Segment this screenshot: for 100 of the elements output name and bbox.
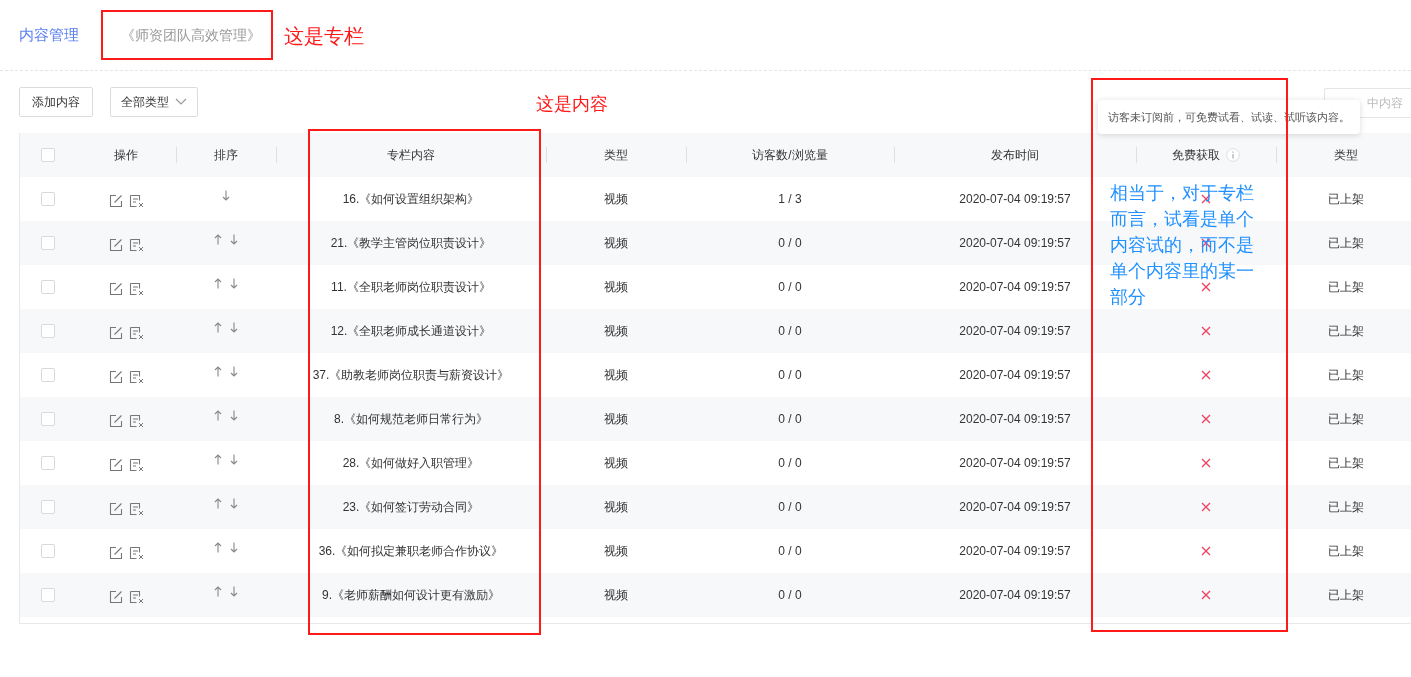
remove-list-icon[interactable] — [128, 502, 144, 516]
visits-cell-text: 0 / 0 — [778, 455, 802, 472]
move-up-icon[interactable] — [214, 409, 222, 421]
row-checkbox[interactable] — [41, 192, 55, 206]
move-down-icon[interactable] — [230, 365, 238, 377]
content-title: 8.《如何规范老师日常行为》 — [334, 411, 488, 428]
move-up-icon[interactable] — [214, 541, 222, 553]
publish-time: 2020-07-04 09:19:57 — [959, 499, 1071, 516]
edit-icon[interactable] — [108, 590, 123, 604]
move-down-icon[interactable] — [230, 585, 238, 597]
move-down-icon[interactable] — [230, 453, 238, 465]
content-title: 12.《全职老师成长通道设计》 — [330, 323, 492, 340]
row-checkbox[interactable] — [41, 544, 55, 558]
publish-time: 2020-07-04 09:19:57 — [959, 411, 1071, 428]
type-cell-text: 视频 — [604, 191, 628, 208]
status-cell-text: 已上架 — [1328, 367, 1364, 384]
visits-cell-text: 1 / 3 — [778, 191, 802, 208]
status-cell-text: 已上架 — [1328, 499, 1364, 516]
column-header: 排序 — [214, 147, 238, 164]
remove-list-icon[interactable] — [128, 326, 144, 340]
content-title: 16.《如何设置组织架构》 — [342, 191, 480, 208]
row-checkbox[interactable] — [41, 280, 55, 294]
visits-cell-text: 0 / 0 — [778, 499, 802, 516]
move-down-icon[interactable] — [230, 277, 238, 289]
type-cell-text: 视频 — [604, 235, 628, 252]
publish-time: 2020-07-04 09:19:57 — [959, 279, 1071, 296]
annotation-note: 相当于，对于专栏而言，试看是单个内容试的，而不是单个内容里的某一部分 — [1110, 182, 1255, 309]
status-cell-text: 已上架 — [1328, 455, 1364, 472]
remove-list-icon[interactable] — [128, 370, 144, 384]
type-cell-text: 视频 — [604, 411, 628, 428]
column-header: 发布时间 — [991, 147, 1039, 164]
row-checkbox[interactable] — [41, 324, 55, 338]
move-down-icon[interactable] — [222, 189, 230, 201]
visits-cell-text: 0 / 0 — [778, 587, 802, 604]
move-down-icon[interactable] — [230, 233, 238, 245]
edit-icon[interactable] — [108, 370, 123, 384]
move-up-icon[interactable] — [214, 585, 222, 597]
edit-icon[interactable] — [108, 238, 123, 252]
column-header: 操作 — [114, 147, 138, 164]
publish-time: 2020-07-04 09:19:57 — [959, 191, 1071, 208]
column-header: 访客数/浏览量 — [752, 147, 828, 164]
publish-time: 2020-07-04 09:19:57 — [959, 235, 1071, 252]
select-all-checkbox[interactable] — [41, 148, 55, 162]
move-up-icon[interactable] — [214, 321, 222, 333]
move-down-icon[interactable] — [230, 541, 238, 553]
type-filter-dropdown[interactable]: 全部类型 — [110, 87, 198, 117]
status-cell-text: 已上架 — [1328, 279, 1364, 296]
publish-time: 2020-07-04 09:19:57 — [959, 543, 1071, 560]
move-down-icon[interactable] — [230, 409, 238, 421]
breadcrumb-current: 《师资团队高效管理》 — [121, 25, 261, 45]
status-cell-text: 已上架 — [1328, 235, 1364, 252]
content-title: 23.《如何签订劳动合同》 — [342, 499, 480, 516]
status-cell-text: 已上架 — [1328, 587, 1364, 604]
move-up-icon[interactable] — [214, 277, 222, 289]
remove-list-icon[interactable] — [128, 590, 144, 604]
breadcrumb-link[interactable]: 内容管理 — [19, 23, 79, 47]
edit-icon[interactable] — [108, 458, 123, 472]
row-checkbox[interactable] — [41, 588, 55, 602]
type-cell-text: 视频 — [604, 367, 628, 384]
row-checkbox[interactable] — [41, 412, 55, 426]
content-title: 9.《老师薪酬如何设计更有激励》 — [322, 587, 500, 604]
visits-cell-text: 0 / 0 — [778, 367, 802, 384]
move-up-icon[interactable] — [214, 233, 222, 245]
column-header: 专栏内容 — [387, 147, 435, 164]
content-title: 37.《助教老师岗位职责与薪资设计》 — [312, 367, 510, 384]
remove-list-icon[interactable] — [128, 458, 144, 472]
remove-list-icon[interactable] — [128, 238, 144, 252]
chevron-down-icon — [175, 98, 187, 106]
visits-cell-text: 0 / 0 — [778, 543, 802, 560]
edit-icon[interactable] — [108, 502, 123, 516]
content-title: 36.《如何拟定兼职老师合作协议》 — [318, 543, 504, 560]
move-down-icon[interactable] — [230, 497, 238, 509]
add-content-button[interactable]: 添加内容 — [19, 87, 93, 117]
type-cell-text: 视频 — [604, 543, 628, 560]
row-checkbox[interactable] — [41, 456, 55, 470]
status-cell-text: 已上架 — [1328, 543, 1364, 560]
edit-icon[interactable] — [108, 194, 123, 208]
annotation-note: 这是专栏 — [284, 24, 364, 49]
column-header: 类型 — [604, 147, 628, 164]
move-up-icon[interactable] — [214, 453, 222, 465]
type-cell-text: 视频 — [604, 499, 628, 516]
content-title: 21.《教学主管岗位职责设计》 — [330, 235, 492, 252]
move-up-icon[interactable] — [214, 497, 222, 509]
remove-list-icon[interactable] — [128, 414, 144, 428]
edit-icon[interactable] — [108, 326, 123, 340]
edit-icon[interactable] — [108, 282, 123, 296]
type-cell-text: 视频 — [604, 279, 628, 296]
content-title: 11.《全职老师岗位职责设计》 — [331, 279, 491, 296]
move-down-icon[interactable] — [230, 321, 238, 333]
remove-list-icon[interactable] — [128, 546, 144, 560]
edit-icon[interactable] — [108, 546, 123, 560]
annotation-note: 这是内容 — [536, 93, 608, 116]
move-up-icon[interactable] — [214, 365, 222, 377]
remove-list-icon[interactable] — [128, 282, 144, 296]
row-checkbox[interactable] — [41, 500, 55, 514]
edit-icon[interactable] — [108, 414, 123, 428]
row-checkbox[interactable] — [41, 368, 55, 382]
remove-list-icon[interactable] — [128, 194, 144, 208]
visits-cell-text: 0 / 0 — [778, 235, 802, 252]
row-checkbox[interactable] — [41, 236, 55, 250]
